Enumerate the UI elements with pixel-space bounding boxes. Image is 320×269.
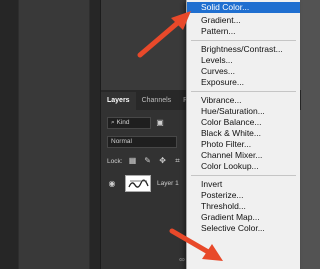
- menu-separator: [191, 175, 296, 176]
- filter-kind-label: Kind: [116, 119, 130, 126]
- menu-item-photo-filter[interactable]: Photo Filter...: [187, 139, 300, 150]
- menu-item-exposure[interactable]: Exposure...: [187, 77, 300, 88]
- menu-item-posterize[interactable]: Posterize...: [187, 190, 300, 201]
- menu-item-pattern[interactable]: Pattern...: [187, 26, 300, 37]
- menu-separator: [191, 40, 296, 41]
- thumbnail-art: [128, 178, 149, 188]
- eye-icon[interactable]: ◉: [105, 179, 119, 188]
- menu-item-black-white[interactable]: Black & White...: [187, 128, 300, 139]
- menu-item-levels[interactable]: Levels...: [187, 55, 300, 66]
- lock-pixels-icon[interactable]: ✎: [143, 156, 153, 166]
- lock-transparency-icon[interactable]: ▦: [128, 156, 138, 166]
- arrow-pointing-solid-color: [137, 11, 191, 58]
- menu-item-brightness-contrast[interactable]: Brightness/Contrast...: [187, 44, 300, 55]
- lock-row: Lock: ▦ ✎ ✥ ⌗: [107, 156, 183, 166]
- menu-item-invert[interactable]: Invert: [187, 179, 300, 190]
- layer-name[interactable]: Layer 1: [157, 180, 179, 187]
- menu-item-curves[interactable]: Curves...: [187, 66, 300, 77]
- menu-top-pad: Solid Color...: [187, 2, 300, 15]
- menu-item-color-lookup[interactable]: Color Lookup...: [187, 161, 300, 172]
- menu-item-vibrance[interactable]: Vibrance...: [187, 95, 300, 106]
- lock-label: Lock:: [107, 157, 123, 165]
- menu-item-gradient-map[interactable]: Gradient Map...: [187, 212, 300, 223]
- filter-row: ⌕ Kind ▣: [107, 117, 165, 129]
- canvas-column: [18, 0, 90, 269]
- menu-item-channel-mixer[interactable]: Channel Mixer...: [187, 150, 300, 161]
- menu-separator: [191, 91, 296, 92]
- menu-item-threshold[interactable]: Threshold...: [187, 201, 300, 212]
- lock-position-icon[interactable]: ✥: [158, 156, 168, 166]
- blend-mode-select[interactable]: Normal: [107, 136, 177, 148]
- lock-artboard-icon[interactable]: ⌗: [173, 156, 183, 166]
- menu-item-color-balance[interactable]: Color Balance...: [187, 117, 300, 128]
- filter-kind-select[interactable]: ⌕ Kind: [107, 117, 151, 129]
- tab-layers[interactable]: Layers: [101, 92, 136, 110]
- filter-image-icon[interactable]: ▣: [155, 118, 165, 128]
- blend-row: Normal: [107, 136, 177, 148]
- menu-item-solid-color[interactable]: Solid Color...: [187, 2, 300, 13]
- tab-channels[interactable]: Channels: [136, 92, 178, 110]
- layer-thumbnail: [125, 174, 151, 192]
- menu-item-hue-saturation[interactable]: Hue/Saturation...: [187, 106, 300, 117]
- menu-item-gradient[interactable]: Gradient...: [187, 15, 300, 26]
- arrow-pointing-adjustment-icon: [169, 228, 223, 261]
